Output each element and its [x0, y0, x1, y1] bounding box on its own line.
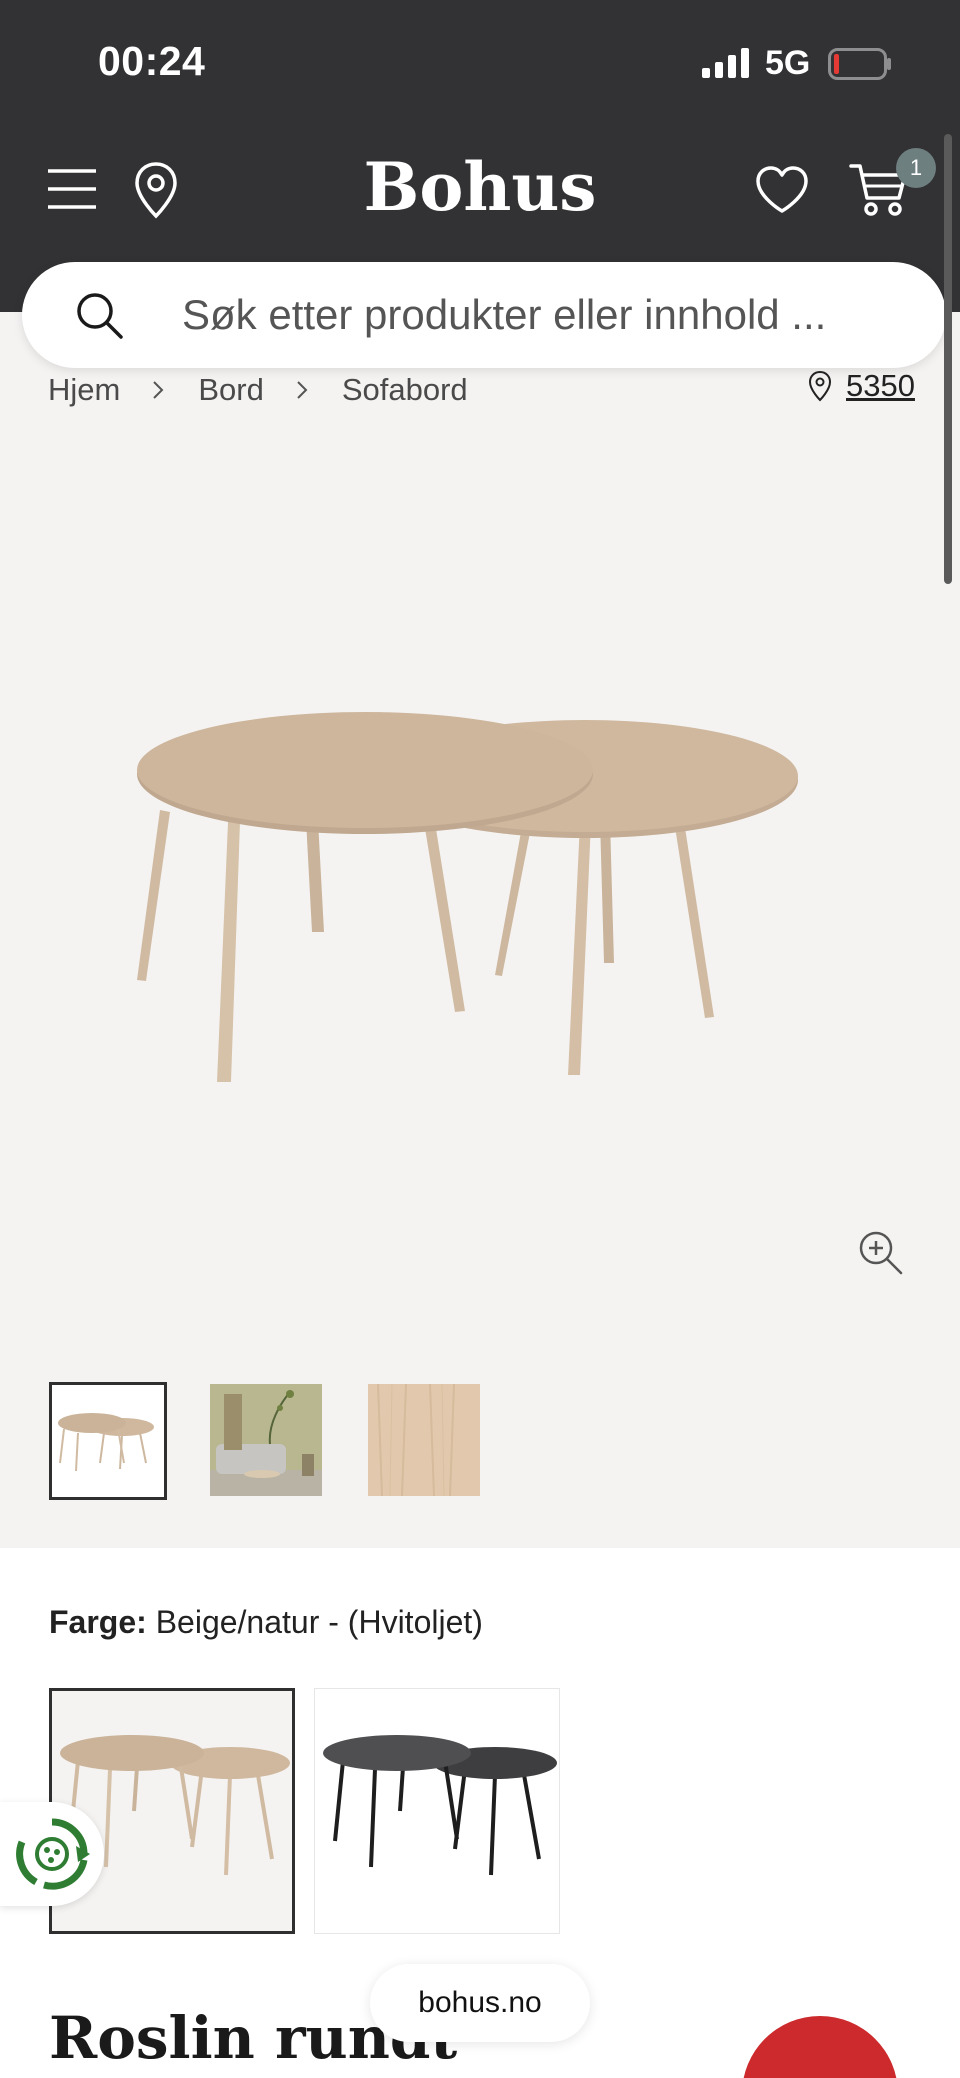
scrollbar[interactable] — [944, 134, 952, 584]
search-bar[interactable] — [22, 262, 946, 368]
signal-icon — [702, 48, 749, 78]
store-number-link[interactable]: 5350 — [846, 368, 915, 404]
breadcrumb-sofabord[interactable]: Sofabord — [342, 372, 468, 408]
color-value: Beige/natur - (Hvitoljet) — [155, 1604, 483, 1640]
color-swatch-beige[interactable] — [49, 1688, 295, 1934]
product-image[interactable] — [110, 690, 840, 1090]
breadcrumb-home[interactable]: Hjem — [48, 372, 120, 408]
search-icon[interactable] — [74, 290, 124, 340]
status-time: 00:24 — [98, 38, 206, 84]
menu-icon — [48, 169, 96, 209]
breadcrumb-bord[interactable]: Bord — [198, 372, 263, 408]
browser-url-bar[interactable]: bohus.no — [370, 1964, 590, 2042]
search-input[interactable] — [182, 286, 902, 344]
breadcrumb: Hjem Bord Sofabord — [48, 370, 468, 410]
swatch-image — [323, 1735, 557, 1876]
recycle-icon — [16, 1818, 90, 1890]
bohus-logo[interactable]: Bohus — [330, 148, 630, 226]
thumbnail-image — [210, 1384, 322, 1496]
cart-count-badge: 1 — [896, 148, 936, 188]
location-pin-icon — [135, 162, 177, 219]
heart-icon — [756, 166, 808, 213]
product-page: 00:24 5G Bohus 1 Søk etter produkter ell… — [0, 0, 960, 2078]
thumbnail-room[interactable] — [210, 1384, 322, 1496]
color-swatch-black[interactable] — [314, 1688, 560, 1934]
color-selection-label: Farge: Beige/natur - (Hvitoljet) — [49, 1604, 483, 1641]
store-locator-button[interactable] — [128, 160, 184, 220]
favorites-button[interactable] — [752, 162, 812, 218]
chevron-right-icon — [153, 381, 164, 399]
menu-button[interactable] — [44, 164, 100, 214]
sustainability-badge[interactable] — [0, 1802, 104, 1906]
chevron-right-icon — [297, 381, 308, 399]
network-type: 5G — [765, 44, 811, 82]
battery-icon — [828, 48, 891, 80]
thumbnail-wood-texture[interactable] — [368, 1384, 480, 1496]
thumbnail-image — [368, 1384, 480, 1496]
swatch-image — [60, 1735, 290, 1876]
zoom-in-icon[interactable] — [856, 1228, 904, 1276]
thumbnail-product[interactable] — [49, 1382, 167, 1500]
location-pin-icon — [808, 370, 832, 402]
thumbnail-image — [58, 1413, 154, 1472]
store-selector[interactable]: 5350 — [808, 368, 915, 404]
color-label: Farge: — [49, 1604, 147, 1640]
